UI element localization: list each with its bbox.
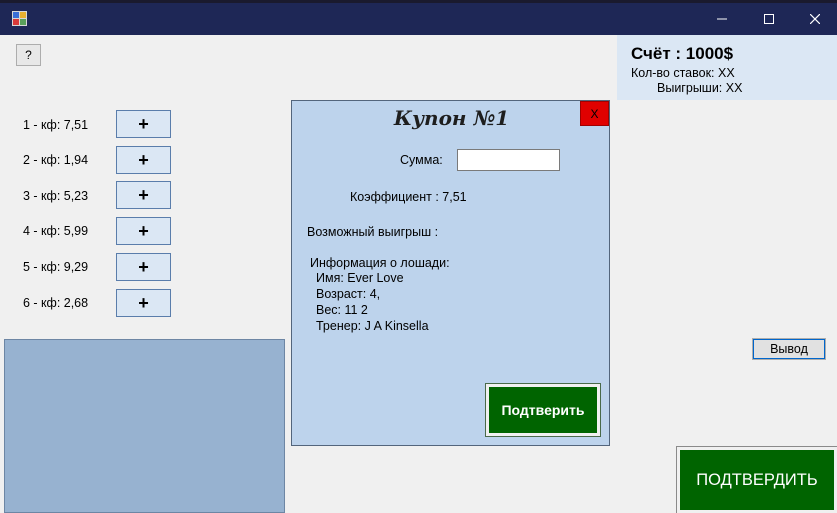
sum-input[interactable] [457,149,560,171]
help-button[interactable]: ? [16,44,41,66]
horse-info-title: Информация о лошади: [310,256,450,270]
add-horse-1-button[interactable]: + [116,110,171,138]
horse-5-label: 5 - кф: 9,29 [23,260,89,274]
score-panel: Счёт : 1000$ Кол-во ставок: XX Выигрыши:… [617,35,837,100]
add-horse-6-button[interactable]: + [116,289,171,317]
close-window-button[interactable] [792,3,837,35]
minimize-icon [717,18,727,20]
add-horse-2-button[interactable]: + [116,146,171,174]
app-icon [12,11,27,26]
coupon-confirm-button[interactable]: Подтверить [485,383,601,437]
coupon-panel: Купон №1 X Сумма: Коэффициент : 7,51 Воз… [291,100,610,446]
horse-3-label: 3 - кф: 5,23 [23,189,89,203]
bets-count: Кол-во ставок: XX [631,66,735,80]
coefficient-text: Коэффициент : 7,51 [350,190,467,204]
horse-1-label: 1 - кф: 7,51 [23,118,89,132]
close-icon [810,14,820,24]
track-panel [4,339,285,513]
horse-info-trainer: Тренер: J A Kinsella [316,319,429,333]
add-horse-4-button[interactable]: + [116,217,171,245]
possible-win-text: Возможный выигрыш : [307,225,439,239]
maximize-icon [764,14,774,24]
horse-2-label: 2 - кф: 1,94 [23,153,89,167]
horse-4-label: 4 - кф: 5,99 [23,224,89,238]
minimize-button[interactable] [699,3,745,35]
score-balance: Счёт : 1000$ [631,44,734,63]
horse-info-name: Имя: Ever Love [316,271,404,285]
coupon-title: Купон №1 [393,106,510,130]
coupon-close-button[interactable]: X [580,101,609,126]
title-bar [0,3,837,35]
horse-info-weight: Вес: 11 2 [316,303,368,317]
sum-label: Сумма: [400,153,443,167]
wins-count: Выигрыши: XX [657,81,743,95]
horse-info-age: Возраст: 4, [316,287,381,301]
add-horse-3-button[interactable]: + [116,181,171,209]
withdraw-button[interactable]: Вывод [752,338,826,360]
horse-6-label: 6 - кф: 2,68 [23,296,89,310]
maximize-button[interactable] [746,3,792,35]
add-horse-5-button[interactable]: + [116,253,171,281]
confirm-bets-button[interactable]: ПОДТВЕРДИТЬ [676,446,837,513]
